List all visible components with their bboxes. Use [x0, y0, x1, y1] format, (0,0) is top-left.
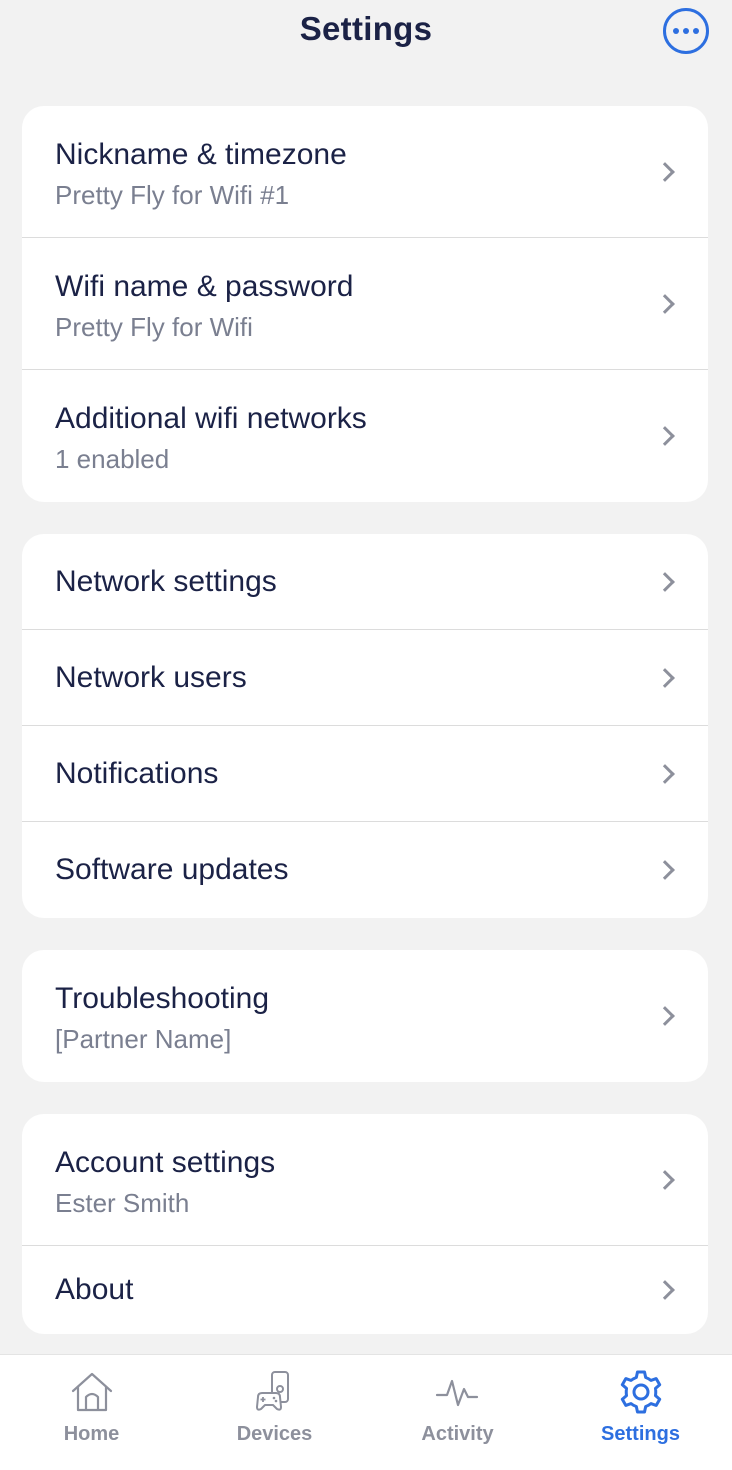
settings-item-label: Nickname & timezone	[55, 138, 347, 171]
settings-item-nickname-timezone[interactable]: Nickname & timezone Pretty Fly for Wifi …	[22, 106, 708, 238]
chevron-right-icon	[655, 763, 675, 784]
home-icon	[71, 1372, 112, 1412]
settings-item-value: Pretty Fly for Wifi	[55, 312, 253, 342]
settings-item-troubleshooting[interactable]: Troubleshooting [Partner Name]	[22, 950, 708, 1082]
chevron-right-icon	[655, 667, 675, 688]
settings-item-value: 1 enabled	[55, 444, 170, 474]
chevron-right-icon	[655, 1169, 675, 1190]
tab-settings[interactable]: Settings	[549, 1355, 732, 1470]
chevron-right-icon	[655, 571, 675, 592]
tab-label: Activity	[421, 1423, 494, 1445]
settings-item-label: Wifi name & password	[55, 270, 354, 303]
tab-label: Settings	[601, 1423, 680, 1445]
settings-item-network-users[interactable]: Network users	[22, 630, 708, 726]
settings-item-label: Network settings	[55, 565, 277, 598]
tab-devices[interactable]: Devices	[183, 1355, 366, 1470]
chevron-right-icon	[655, 426, 675, 446]
settings-item-label: About	[55, 1273, 134, 1306]
top-bar: Settings	[0, 0, 732, 70]
settings-item-value: Ester Smith	[55, 1188, 190, 1218]
settings-item-wifi-name-password[interactable]: Wifi name & password Pretty Fly for Wifi	[22, 238, 708, 370]
settings-item-about[interactable]: About	[22, 1246, 708, 1334]
settings-item-value: Pretty Fly for Wifi #1	[55, 180, 290, 210]
settings-screen: Settings Nickname & timezone Pretty Fly …	[0, 0, 732, 1470]
devices-icon	[255, 1371, 289, 1411]
settings-item-label: Troubleshooting	[55, 982, 270, 1015]
tab-activity[interactable]: Activity	[366, 1355, 549, 1470]
more-horizontal-icon	[673, 28, 679, 34]
settings-item-account-settings[interactable]: Account settings Ester Smith	[22, 1114, 708, 1246]
settings-group-network: Network settings Network users Notificat…	[22, 534, 708, 918]
page-title: Settings	[299, 10, 433, 47]
gear-icon	[620, 1370, 661, 1414]
settings-group-support: Troubleshooting [Partner Name]	[22, 950, 708, 1082]
settings-group-account: Account settings Ester Smith About	[22, 1114, 708, 1334]
settings-item-value: [Partner Name]	[55, 1024, 232, 1054]
chevron-right-icon	[655, 293, 675, 314]
chevron-right-icon	[655, 161, 675, 182]
settings-item-notifications[interactable]: Notifications	[22, 726, 708, 822]
settings-item-label: Software updates	[55, 853, 289, 886]
settings-item-software-updates[interactable]: Software updates	[22, 822, 708, 918]
settings-item-label: Additional wifi networks	[55, 402, 367, 435]
bottom-tab-bar: Home Devices Activity Settings	[0, 1354, 732, 1470]
settings-item-label: Account settings	[55, 1146, 276, 1179]
activity-icon	[435, 1379, 478, 1407]
settings-group-network-identity: Nickname & timezone Pretty Fly for Wifi …	[22, 106, 708, 502]
tab-home[interactable]: Home	[0, 1355, 183, 1470]
settings-item-additional-wifi-networks[interactable]: Additional wifi networks 1 enabled	[22, 370, 708, 502]
tab-label: Devices	[236, 1423, 313, 1445]
chevron-right-icon	[655, 1280, 675, 1300]
chevron-right-icon	[655, 1006, 675, 1026]
settings-item-label: Notifications	[55, 757, 219, 790]
more-options-button[interactable]	[663, 8, 709, 54]
settings-item-label: Network users	[55, 661, 247, 694]
settings-item-network-settings[interactable]: Network settings	[22, 534, 708, 630]
chevron-right-icon	[655, 860, 675, 880]
tab-label: Home	[63, 1423, 120, 1445]
